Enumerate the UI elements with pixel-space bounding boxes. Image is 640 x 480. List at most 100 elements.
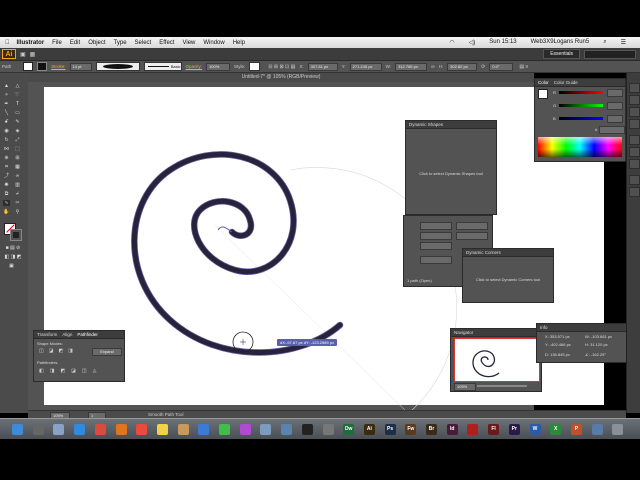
symbols-panel-icon[interactable] bbox=[629, 119, 640, 129]
trash-icon[interactable] bbox=[612, 424, 624, 435]
info-y: Y: -402.466 px bbox=[545, 342, 571, 347]
bridge-icon[interactable]: Br bbox=[426, 424, 437, 435]
app-store-icon[interactable] bbox=[198, 424, 210, 435]
flash-icon[interactable]: Fl bbox=[488, 424, 500, 435]
dynamic-shapes-message[interactable]: Click to select Dynamic Shapes tool bbox=[406, 171, 496, 176]
firefox-icon[interactable] bbox=[115, 424, 127, 435]
chrome-icon[interactable] bbox=[94, 424, 106, 435]
word-icon[interactable]: W bbox=[529, 424, 541, 435]
channel-r-label: R bbox=[553, 90, 556, 95]
navigator-zoom-field[interactable]: 105% bbox=[454, 383, 476, 391]
dynamic-corners-title: Dynamic Corners bbox=[463, 249, 553, 257]
tab-pathfinder[interactable]: Pathfinder bbox=[77, 331, 98, 338]
terminal-icon[interactable] bbox=[301, 424, 313, 435]
hex-field[interactable] bbox=[599, 126, 625, 134]
dynamic-corners-panel: Dynamic Corners Click to select Dynamic … bbox=[462, 248, 554, 303]
navigator-title: Navigator bbox=[451, 329, 541, 337]
downloads-icon[interactable] bbox=[591, 424, 603, 435]
dynamic-shapes-panel: Dynamic Shapes Click to select Dynamic S… bbox=[405, 120, 497, 215]
dynamic-corners-message[interactable]: Click to select Dynamic Corners tool bbox=[463, 277, 553, 282]
info-d: D: 136.845 px bbox=[545, 352, 570, 357]
system-prefs-icon[interactable] bbox=[322, 424, 334, 435]
shape-field-2[interactable] bbox=[420, 232, 452, 240]
spiral-path[interactable] bbox=[131, 152, 343, 355]
shape-modes-label: Shape Modes: bbox=[37, 341, 63, 346]
panel-dock bbox=[626, 73, 640, 413]
shape-field-1[interactable] bbox=[420, 222, 452, 230]
navigator-preview[interactable] bbox=[454, 338, 540, 382]
info-x: X: 353.571 px bbox=[545, 334, 570, 339]
tab-color-guide[interactable]: Color Guide bbox=[554, 79, 578, 86]
pathfinders-label: Pathfinders: bbox=[37, 360, 59, 365]
smart-guide-tooltip: dX:-97.87 px dY: -123.2589 px bbox=[277, 339, 338, 346]
safari-icon[interactable] bbox=[74, 424, 86, 435]
shape-field-6[interactable] bbox=[456, 232, 488, 240]
shape-field-4[interactable] bbox=[420, 256, 452, 264]
navigator-spiral-thumbnail bbox=[472, 350, 500, 378]
stroke-panel-icon[interactable] bbox=[629, 135, 640, 145]
iphoto-icon[interactable] bbox=[260, 424, 272, 435]
dashboard-icon[interactable] bbox=[32, 424, 44, 435]
appearance-panel-icon[interactable] bbox=[629, 175, 640, 185]
pathfinder-panel: Transform Align Pathfinder Shape Modes: … bbox=[33, 330, 125, 382]
shape-field-5[interactable] bbox=[456, 222, 488, 230]
dreamweaver-icon[interactable]: Dw bbox=[343, 424, 355, 435]
channel-b-field[interactable] bbox=[607, 115, 623, 123]
expand-button[interactable]: Expand bbox=[92, 348, 122, 356]
color-panel-icon[interactable] bbox=[629, 83, 640, 93]
finder-icon[interactable] bbox=[12, 424, 23, 435]
excel-icon[interactable]: X bbox=[550, 424, 562, 435]
color-panel-tabs: Color Color Guide bbox=[535, 79, 625, 87]
info-panel: Info X: 353.571 px Y: -402.466 px D: 136… bbox=[536, 323, 628, 363]
navigator-zoom-slider[interactable] bbox=[477, 385, 527, 387]
channel-g-field[interactable] bbox=[607, 102, 623, 110]
info-w: W: -103.681 px bbox=[585, 334, 613, 339]
calendar-icon[interactable] bbox=[136, 424, 148, 435]
pathfinder-tabs: Transform Align Pathfinder bbox=[34, 331, 124, 339]
info-h: H: 31.120 px bbox=[585, 342, 608, 347]
spiral-path-outline bbox=[131, 151, 344, 356]
tab-align[interactable]: Align bbox=[62, 331, 72, 338]
navigator-panel: Navigator 105% bbox=[450, 328, 542, 392]
indesign-icon[interactable]: Id bbox=[446, 424, 458, 435]
acrobat-icon[interactable] bbox=[467, 424, 479, 435]
spiral-artwork[interactable] bbox=[0, 0, 640, 480]
channel-r-field[interactable] bbox=[607, 89, 623, 97]
illustrator-icon[interactable]: Ai bbox=[363, 424, 375, 435]
layers-panel-icon[interactable] bbox=[629, 187, 640, 197]
channel-g-slider[interactable] bbox=[559, 104, 603, 107]
channel-b-slider[interactable] bbox=[559, 117, 603, 120]
current-tool-label: Smooth Path Tool bbox=[148, 412, 184, 417]
pathfinder-buttons[interactable]: ◧◨◩◪◫◬ bbox=[39, 368, 102, 374]
info-angle: ∠: -162.29° bbox=[585, 352, 606, 357]
tab-transform[interactable]: Transform bbox=[37, 331, 57, 338]
preview-icon[interactable] bbox=[281, 424, 293, 435]
guide-line bbox=[214, 224, 411, 416]
path-count-label: 1 path (Open) bbox=[407, 278, 432, 283]
channel-g-label: G bbox=[553, 103, 557, 108]
info-title: Info bbox=[537, 324, 627, 332]
notes-icon[interactable] bbox=[156, 424, 168, 435]
itunes-icon[interactable] bbox=[239, 424, 251, 435]
premiere-icon[interactable]: Pr bbox=[508, 424, 520, 435]
channel-b-label: B bbox=[553, 116, 556, 121]
mail-icon[interactable] bbox=[53, 424, 65, 435]
facetime-icon[interactable] bbox=[219, 424, 230, 435]
swatches-panel-icon[interactable] bbox=[629, 95, 640, 105]
tab-color[interactable]: Color bbox=[538, 79, 549, 86]
os-dock: Dw Ai Ps Fw Br Id Fl Pr W X P bbox=[0, 418, 640, 439]
powerpoint-icon[interactable]: P bbox=[570, 424, 582, 435]
photoshop-icon[interactable]: Ps bbox=[384, 424, 396, 435]
contacts-icon[interactable] bbox=[177, 424, 189, 435]
hex-prefix-label: # bbox=[595, 127, 598, 132]
color-fill-stroke-icon[interactable] bbox=[538, 89, 548, 99]
fireworks-icon[interactable]: Fw bbox=[405, 424, 417, 435]
brushes-panel-icon[interactable] bbox=[629, 107, 640, 117]
shape-field-3[interactable] bbox=[420, 242, 452, 250]
gradient-panel-icon[interactable] bbox=[629, 147, 640, 157]
transparency-panel-icon[interactable] bbox=[629, 159, 640, 169]
dynamic-shapes-title: Dynamic Shapes bbox=[406, 121, 496, 129]
channel-r-slider[interactable] bbox=[559, 91, 603, 94]
color-spectrum[interactable] bbox=[538, 137, 622, 157]
shape-mode-buttons[interactable]: ◫◪◩◨ bbox=[39, 348, 78, 354]
